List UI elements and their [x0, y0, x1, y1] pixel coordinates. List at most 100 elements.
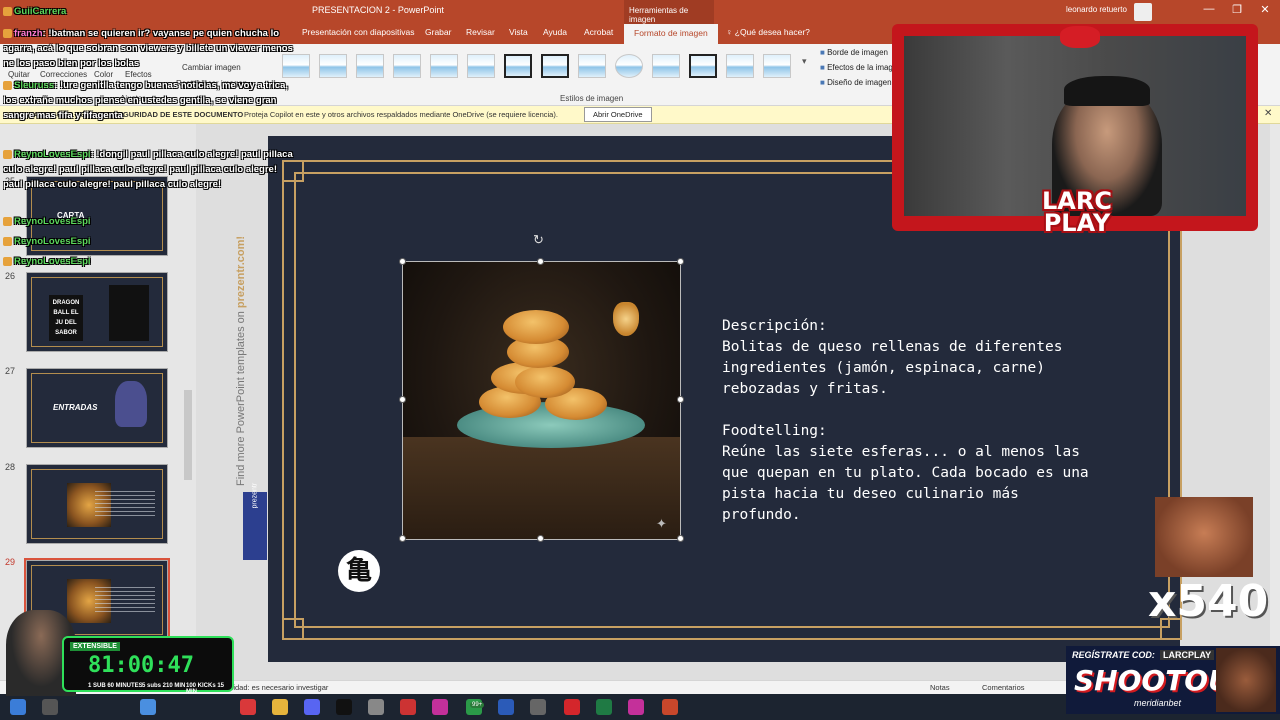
slide-thumbnail-27[interactable]: ENTRADAS: [26, 368, 168, 448]
chat-badge-icon: [3, 256, 12, 266]
picture-style-14[interactable]: [763, 54, 791, 78]
excel-icon[interactable]: [596, 699, 612, 715]
slide-pane-scrollbar[interactable]: [184, 390, 192, 480]
tab-slideshow[interactable]: Presentación con diapositivas: [302, 27, 414, 37]
slide-thumbnail-26[interactable]: DRAGON BALL EL JU DEL SABOR: [26, 272, 168, 352]
tab-picture-format[interactable]: Formato de imagen: [624, 24, 718, 44]
timer-tag: EXTENSIBLE: [70, 642, 120, 651]
picture-style-9[interactable]: [578, 54, 606, 78]
app-icon[interactable]: [368, 699, 384, 715]
notification-badge: 99+: [470, 702, 485, 708]
accessibility-status[interactable]: ilidad: es necesario investigar: [230, 683, 328, 692]
tab-view[interactable]: Vista: [509, 27, 528, 37]
chat-badge-icon: [3, 149, 12, 159]
chrome-icon[interactable]: [140, 699, 156, 715]
slide-number: 29: [5, 557, 16, 567]
folder-icon[interactable]: [272, 699, 288, 715]
picture-effects-button[interactable]: Efectos de la imagen: [820, 63, 902, 72]
resize-handle[interactable]: [677, 258, 684, 265]
resize-handle[interactable]: [399, 258, 406, 265]
slide-number: 26: [5, 271, 16, 281]
gallery-more-icon[interactable]: ▾: [802, 56, 807, 67]
app-icon[interactable]: [240, 699, 256, 715]
timer-clock: 81:00:47: [88, 653, 194, 678]
channel-logo: LARC PLAY: [1042, 187, 1112, 237]
resize-handle[interactable]: [677, 535, 684, 542]
app-icon[interactable]: [432, 699, 448, 715]
tell-me-search[interactable]: ♀ ¿Qué desea hacer?: [726, 27, 810, 37]
slide-text-box[interactable]: Descripción: Bolitas de queso rellenas d…: [722, 316, 1102, 526]
chat-badge-icon: [3, 236, 12, 246]
obs-icon[interactable]: [400, 699, 416, 715]
chat-badge-icon: [3, 6, 12, 16]
tell-me-label: ¿Qué desea hacer?: [734, 27, 810, 37]
character-image: [115, 381, 147, 427]
discord-icon[interactable]: [304, 699, 320, 715]
chat-message: ReynoLovesEspi: !dongil paul pillaca cul…: [3, 149, 293, 190]
calculator-icon[interactable]: [530, 699, 546, 715]
picture-style-6[interactable]: [467, 54, 495, 78]
christmas-bow: [1060, 26, 1100, 48]
picture-layout-button[interactable]: Diseño de imagen: [820, 78, 891, 87]
app-icon[interactable]: [336, 699, 352, 715]
canvas-scrollbar[interactable]: [1270, 124, 1280, 680]
resize-handle[interactable]: [399, 396, 406, 403]
notes-button[interactable]: Notas: [930, 683, 950, 692]
picture-style-7[interactable]: [504, 54, 532, 78]
description-heading: Descripción:: [722, 318, 827, 334]
minimize-button[interactable]: —: [1200, 3, 1218, 19]
user-name[interactable]: leonardo retuerto: [1066, 5, 1127, 14]
stream-chat-overlay: GuiiCarrera franzh: !batman se quieren i…: [0, 0, 300, 270]
tab-review[interactable]: Revisar: [466, 27, 495, 37]
app-icon[interactable]: [628, 699, 644, 715]
resize-handle[interactable]: [537, 258, 544, 265]
sponsor-banner: REGÍSTRATE COD: LARCPLAY SHOOTOUT meridi…: [1066, 646, 1280, 714]
picture-style-5[interactable]: [430, 54, 458, 78]
resize-handle[interactable]: [399, 535, 406, 542]
close-button[interactable]: ✕: [1256, 3, 1274, 19]
picture-style-12[interactable]: [689, 54, 717, 78]
chat-text: !batman se quieren ir? vayanse pe quien …: [3, 28, 293, 69]
restore-button[interactable]: ❐: [1228, 3, 1246, 19]
picture-style-3[interactable]: [356, 54, 384, 78]
chat-username: Sleuruss: [14, 80, 55, 91]
user-avatar[interactable]: [1134, 3, 1152, 21]
chat-message: ReynoLovesEspi: [3, 214, 298, 229]
picture-style-8[interactable]: [541, 54, 569, 78]
rotate-handle-icon[interactable]: ↻: [533, 232, 544, 248]
thumbnail-menu-card: [109, 285, 149, 341]
picture-style-4[interactable]: [393, 54, 421, 78]
picture-style-11[interactable]: [652, 54, 680, 78]
powerpoint-icon[interactable]: [662, 699, 678, 715]
chat-badge-icon: [3, 28, 12, 38]
sponsor-name: meridianbet: [1134, 698, 1182, 708]
close-icon[interactable]: ✕: [1264, 108, 1272, 119]
timer-sub-info: 5 subs 210 MIN: [142, 683, 186, 689]
picture-style-2[interactable]: [319, 54, 347, 78]
resize-handle[interactable]: [677, 396, 684, 403]
tab-help[interactable]: Ayuda: [543, 27, 567, 37]
acrobat-icon[interactable]: [564, 699, 580, 715]
promo-player-image: [1216, 648, 1276, 712]
register-text: REGÍSTRATE COD:: [1072, 650, 1155, 660]
windows-start-icon[interactable]: [10, 699, 26, 715]
lightbulb-icon: ♀: [726, 27, 735, 37]
tab-acrobat[interactable]: Acrobat: [584, 27, 613, 37]
tab-record[interactable]: Grabar: [425, 27, 451, 37]
search-icon[interactable]: [42, 699, 58, 715]
chat-badge-icon: [3, 216, 12, 226]
picture-border-button[interactable]: Borde de imagen: [820, 48, 888, 57]
slide-thumbnail-28[interactable]: [26, 464, 168, 544]
frame-corner: [282, 618, 304, 640]
multiplier-text: x540: [1148, 576, 1269, 627]
picture-style-10[interactable]: [615, 54, 643, 78]
word-icon[interactable]: [498, 699, 514, 715]
resize-handle[interactable]: [537, 535, 544, 542]
chat-username: GuiiCarrera: [14, 6, 67, 17]
template-credit-text: Find more PowerPoint templates on prezen…: [235, 236, 247, 486]
comments-button[interactable]: Comentarios: [982, 683, 1025, 692]
chat-message: ReynoLovesEspi: [3, 254, 298, 269]
open-onedrive-button[interactable]: Abrir OneDrive: [584, 107, 652, 122]
foodtelling-heading: Foodtelling:: [722, 423, 827, 439]
picture-style-13[interactable]: [726, 54, 754, 78]
